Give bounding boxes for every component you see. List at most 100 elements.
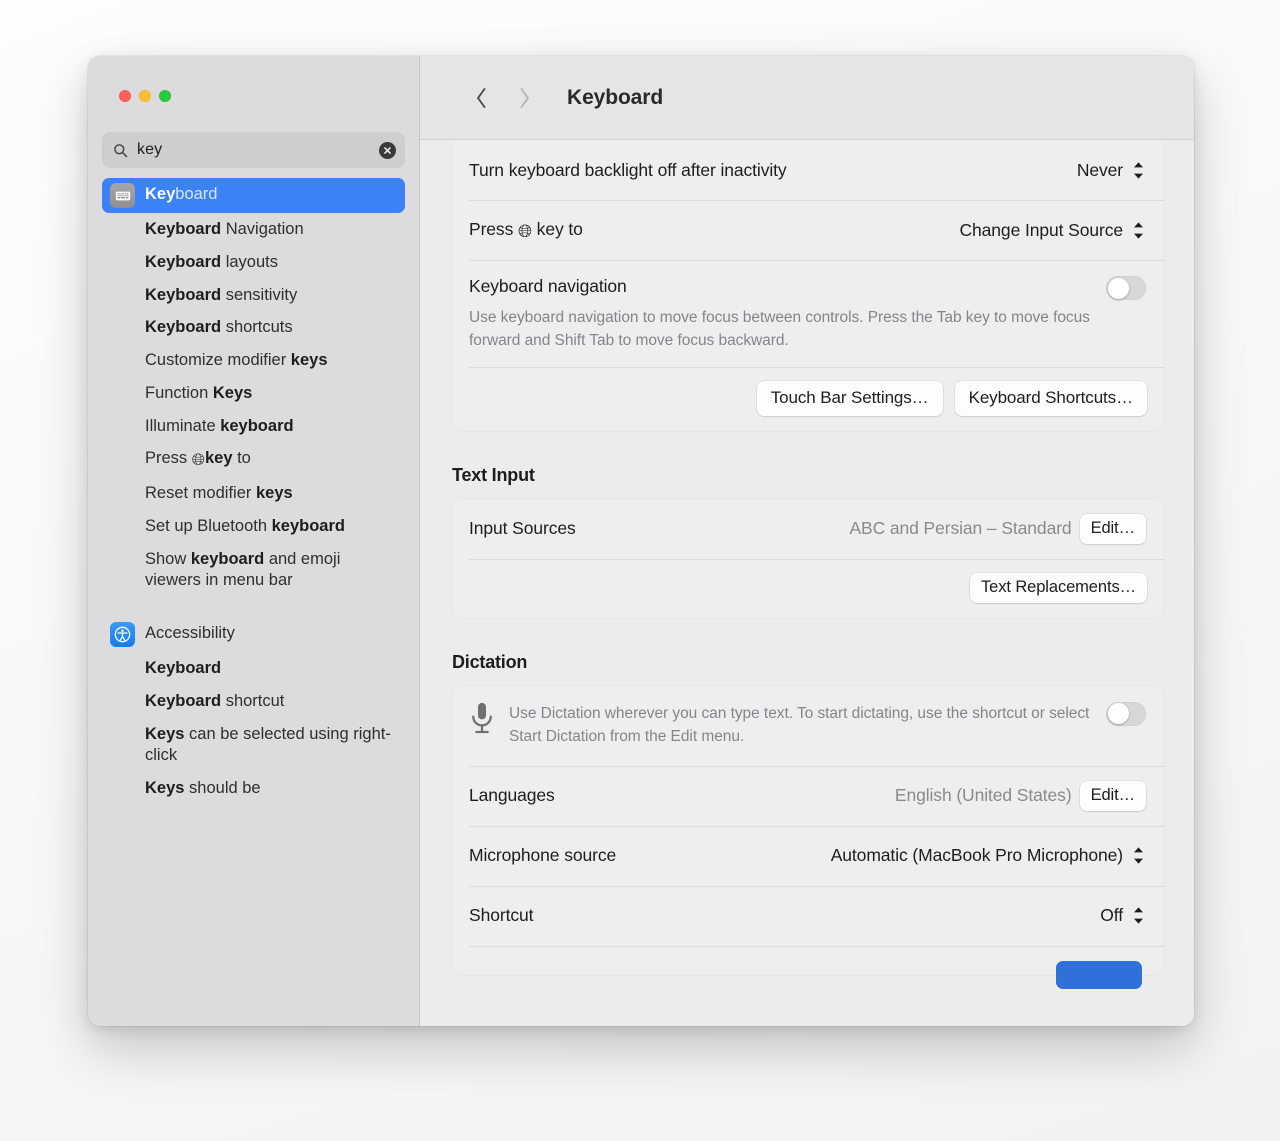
input-sources-edit-button[interactable]: Edit…	[1079, 513, 1146, 544]
sidebar-item-label: Keyboard shortcut	[145, 691, 285, 710]
sidebar-item-keyboard[interactable]: Keyboard	[102, 178, 405, 213]
sidebar-item-customize-modifier-keys[interactable]: Customize modifier keys	[102, 344, 405, 377]
sidebar-item-keys-should-be[interactable]: Keys should be	[102, 772, 405, 805]
row-press-globe-key-to[interactable]: Press 🌐︎ key to Change Input Source	[452, 200, 1164, 260]
row-label: Microphone source	[469, 845, 617, 866]
shortcut-value: Off	[1100, 905, 1123, 926]
sidebar-group-label: Accessibility	[145, 624, 235, 643]
row-label: Press 🌐︎ key to	[469, 218, 583, 241]
keyboard-navigation-description: Use keyboard navigation to move focus be…	[469, 309, 1090, 350]
globe-key-action-value: Change Input Source	[959, 219, 1124, 240]
minimize-button[interactable]	[139, 90, 151, 102]
section-title-text-input: Text Input	[452, 464, 535, 485]
sidebar-item-label: Customize modifier keys	[145, 351, 328, 370]
dictation-description-row: Use Dictation wherever you can type text…	[452, 686, 1164, 766]
chevron-updown-icon[interactable]	[1131, 843, 1146, 869]
sidebar-item-press-globe-key-to[interactable]: Press 🌐︎key to	[102, 442, 405, 477]
sidebar-item-keyboard-sensitivity[interactable]: Keyboard sensitivity	[102, 279, 405, 312]
microphone-source-value: Automatic (MacBook Pro Microphone)	[830, 845, 1123, 866]
text-replacements-button[interactable]: Text Replacements…	[969, 572, 1147, 603]
window-controls	[88, 56, 419, 102]
search-input[interactable]: key	[137, 141, 370, 159]
sidebar-item-label: Keyboard	[145, 185, 218, 203]
sidebar-item-label: Keyboard	[145, 659, 222, 678]
sidebar-item-reset-modifier-keys[interactable]: Reset modifier keys	[102, 477, 405, 510]
row-label: Turn keyboard backlight off after inacti…	[469, 159, 787, 180]
keyboard-app-icon	[110, 183, 135, 208]
sidebar-item-keys-can-be-selected[interactable]: Keys can be selected using right-click	[102, 718, 405, 773]
sidebar-group-accessibility[interactable]: Accessibility	[102, 617, 405, 652]
sidebar-item-keyboard-shortcuts[interactable]: Keyboard shortcuts	[102, 311, 405, 344]
languages-edit-button[interactable]: Edit…	[1079, 780, 1146, 811]
sidebar-item-function-keys[interactable]: Function Keys	[102, 377, 405, 410]
row-shortcut[interactable]: Shortcut Off	[452, 885, 1164, 946]
dictation-toggle[interactable]	[1106, 701, 1146, 726]
dictation-card: Use Dictation wherever you can type text…	[452, 685, 1164, 989]
done-button[interactable]	[1056, 960, 1142, 989]
zoom-button[interactable]	[159, 90, 171, 102]
keyboard-navigation-toggle[interactable]	[1106, 276, 1146, 300]
text-input-card: Input Sources ABC and Persian – Standard…	[452, 498, 1164, 618]
sidebar-item-label: Keys can be selected using right-click	[145, 724, 391, 765]
keyboard-card-buttons: Touch Bar Settings… Keyboard Shortcuts…	[452, 366, 1164, 431]
globe-icon: 🌐︎	[518, 220, 532, 241]
row-backlight-inactivity[interactable]: Turn keyboard backlight off after inacti…	[452, 140, 1164, 200]
row-label: Input Sources	[469, 518, 576, 538]
search-container: key	[88, 102, 419, 168]
sidebar-item-label: Keys should be	[145, 779, 261, 798]
search-field[interactable]: key	[102, 132, 405, 168]
sidebar-item-show-keyboard-and-emoji-viewers[interactable]: Show keyboard and emoji viewers in menu …	[102, 543, 405, 598]
chevron-updown-icon[interactable]	[1131, 157, 1146, 183]
backlight-value: Never	[1076, 159, 1123, 180]
keyboard-shortcuts-button[interactable]: Keyboard Shortcuts…	[954, 380, 1147, 416]
desktop-background: key Keyboard Keyboard Navigation Keyboar…	[0, 0, 1280, 1141]
toggle-knob	[1107, 703, 1129, 724]
sidebar-item-accessibility-keyboard[interactable]: Keyboard	[102, 652, 405, 685]
sidebar-item-accessibility-keyboard-shortcut[interactable]: Keyboard shortcut	[102, 685, 405, 718]
keyboard-settings-card: Turn keyboard backlight off after inacti…	[452, 140, 1164, 431]
section-title-dictation: Dictation	[452, 651, 528, 672]
row-label: Shortcut	[469, 905, 534, 926]
sidebar-item-label: Keyboard sensitivity	[145, 285, 298, 304]
sidebar-item-keyboard-layouts[interactable]: Keyboard layouts	[102, 246, 405, 279]
sidebar-item-keyboard-navigation[interactable]: Keyboard Navigation	[102, 213, 405, 246]
forward-button[interactable]	[507, 81, 541, 115]
row-microphone-source[interactable]: Microphone source Automatic (MacBook Pro…	[452, 825, 1164, 886]
sidebar-item-label: Function Keys	[145, 383, 253, 402]
clear-icon[interactable]	[379, 141, 396, 159]
dictation-description: Use Dictation wherever you can type text…	[509, 704, 1090, 746]
search-icon	[113, 143, 128, 158]
sidebar-item-illuminate-keyboard[interactable]: Illuminate keyboard	[102, 410, 405, 443]
sidebar-item-label: Set up Bluetooth keyboard	[145, 516, 345, 535]
sidebar-item-label: Press 🌐︎key to	[145, 447, 397, 472]
system-settings-window: key Keyboard Keyboard Navigation Keyboar…	[88, 56, 1194, 1026]
keyboard-navigation-block: Keyboard navigation Use keyboard navigat…	[452, 260, 1164, 367]
languages-value: English (United States)	[894, 785, 1072, 806]
close-button[interactable]	[119, 90, 131, 102]
sidebar-item-set-up-bluetooth-keyboard[interactable]: Set up Bluetooth keyboard	[102, 510, 405, 543]
settings-scroll-area[interactable]: Turn keyboard backlight off after inacti…	[420, 140, 1194, 1026]
text-replacements-row: Text Replacements…	[452, 558, 1164, 618]
toggle-knob	[1107, 277, 1129, 299]
toolbar: Keyboard	[420, 56, 1194, 140]
row-languages[interactable]: Languages English (United States) Edit…	[452, 765, 1164, 826]
dictation-footer-row	[452, 945, 1164, 989]
sidebar: key Keyboard Keyboard Navigation Keyboar…	[88, 56, 420, 1026]
microphone-icon	[469, 702, 495, 736]
sidebar-item-label: Illuminate keyboard	[145, 416, 294, 435]
touch-bar-settings-button[interactable]: Touch Bar Settings…	[756, 380, 943, 416]
globe-icon: 🌐︎	[191, 451, 205, 470]
row-input-sources[interactable]: Input Sources ABC and Persian – Standard…	[452, 499, 1164, 559]
content-pane: Keyboard Turn keyboard backlight off aft…	[420, 56, 1194, 1026]
sidebar-item-label: Keyboard layouts	[145, 252, 278, 271]
input-sources-value: ABC and Persian – Standard	[849, 518, 1072, 538]
row-label: Languages	[469, 785, 555, 806]
chevron-updown-icon[interactable]	[1131, 217, 1146, 243]
keyboard-navigation-label: Keyboard navigation	[469, 276, 627, 296]
back-button[interactable]	[464, 81, 498, 115]
chevron-updown-icon[interactable]	[1131, 903, 1146, 929]
